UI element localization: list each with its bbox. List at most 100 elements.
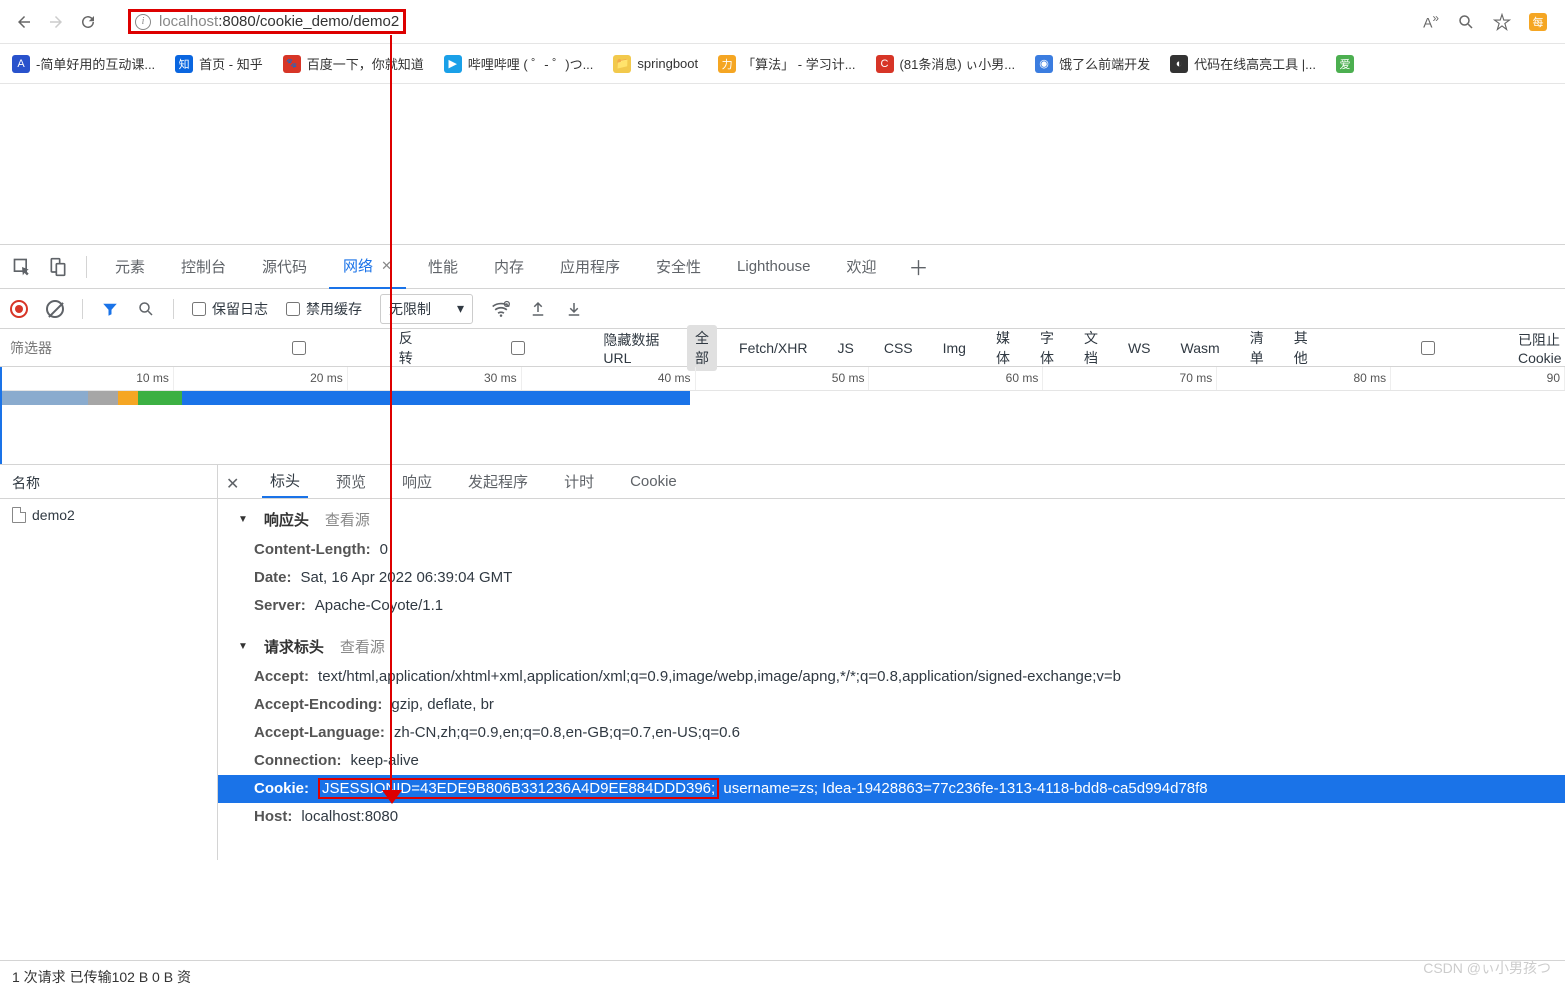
add-tab-icon[interactable]: ＋ (908, 252, 928, 281)
filter-input[interactable] (10, 340, 191, 356)
filter-chip[interactable]: 字体 (1032, 325, 1062, 371)
header-row: Accept: text/html,application/xhtml+xml,… (218, 663, 1565, 691)
name-column-header: 名称 (0, 465, 217, 499)
search-icon[interactable] (137, 300, 155, 318)
back-button[interactable] (8, 6, 40, 38)
bookmark-item[interactable]: C(81条消息) ぃ小男... (876, 54, 1016, 73)
filter-chip[interactable]: CSS (876, 337, 921, 359)
header-row: Host: localhost:8080 (218, 803, 1565, 831)
tab-elements[interactable]: 元素 (101, 245, 159, 289)
device-toggle-icon[interactable] (44, 253, 72, 281)
header-row: Content-Length: 0 (218, 536, 1565, 564)
collections-icon[interactable]: 每 (1529, 13, 1547, 31)
bookmark-item[interactable]: 知首页 - 知乎 (175, 54, 263, 73)
address-bar[interactable]: i localhost:8080/cookie_demo/demo2 (116, 6, 1411, 38)
bookmark-item[interactable]: ◐代码在线高亮工具 |... (1170, 54, 1316, 73)
throttling-select[interactable]: 无限制▾ (380, 294, 473, 324)
filter-chip[interactable]: 媒体 (988, 325, 1018, 371)
tab-security[interactable]: 安全性 (642, 245, 715, 289)
timeline-bars (0, 391, 1565, 409)
filter-chip[interactable]: JS (829, 337, 861, 359)
hide-data-url-checkbox[interactable]: 隐藏数据 URL (439, 330, 673, 366)
tab-memory[interactable]: 内存 (480, 245, 538, 289)
header-row: Accept-Encoding: gzip, deflate, br (218, 691, 1565, 719)
bookmark-item[interactable]: 爱 (1336, 55, 1354, 73)
network-filter-bar: 反转 隐藏数据 URL 全部 Fetch/XHR JS CSS Img 媒体 字… (0, 329, 1565, 367)
filter-chip[interactable]: 清单 (1242, 325, 1272, 371)
network-detail: 名称 demo2 ✕ 标头 预览 响应 发起程序 计时 Cookie ▼响应头查… (0, 465, 1565, 860)
toolbar-right-icons: A» 每 (1423, 12, 1557, 31)
timeline-cursor (0, 367, 2, 464)
watermark: CSDN @ぃ小男孩つ (1423, 958, 1551, 978)
document-icon (12, 507, 26, 523)
bookmark-item[interactable]: A-简单好用的互动课... (12, 54, 155, 73)
disable-cache-checkbox[interactable]: 禁用缓存 (286, 299, 362, 319)
detail-tab-timing[interactable]: 计时 (556, 465, 602, 498)
request-row[interactable]: demo2 (0, 499, 217, 531)
request-headers-section[interactable]: ▼请求标头查看源 (218, 630, 1565, 663)
annotation-arrow (390, 35, 392, 795)
bookmark-item[interactable]: ▶哔哩哔哩 ( ゜- ゜)つ... (444, 54, 594, 73)
tab-welcome[interactable]: 欢迎 (832, 245, 890, 289)
bookmark-item[interactable]: ◉饿了么前端开发 (1035, 54, 1150, 73)
zoom-icon[interactable] (1457, 13, 1475, 31)
tab-performance[interactable]: 性能 (414, 245, 472, 289)
clear-button[interactable] (46, 300, 64, 318)
filter-chip[interactable]: Fetch/XHR (731, 337, 815, 359)
response-headers-section[interactable]: ▼响应头查看源 (218, 503, 1565, 536)
tab-application[interactable]: 应用程序 (546, 245, 634, 289)
tab-lighthouse[interactable]: Lighthouse (723, 245, 824, 289)
filter-chip[interactable]: 文档 (1076, 325, 1106, 371)
timeline-tick: 10 ms (0, 367, 174, 390)
tab-sources[interactable]: 源代码 (248, 245, 321, 289)
filter-chip[interactable]: WS (1120, 337, 1159, 359)
detail-tab-preview[interactable]: 预览 (328, 465, 374, 498)
wifi-icon[interactable] (491, 299, 511, 319)
network-timeline[interactable]: 10 ms 20 ms 30 ms 40 ms 50 ms 60 ms 70 m… (0, 367, 1565, 465)
download-icon[interactable] (565, 300, 583, 318)
cookie-highlight-box: JSESSIONID=43EDE9B806B331236A4D9EE884DDD… (318, 778, 719, 799)
filter-chip-all[interactable]: 全部 (687, 325, 717, 371)
url-highlight-box: i localhost:8080/cookie_demo/demo2 (128, 9, 406, 34)
network-toolbar: 保留日志 禁用缓存 无限制▾ (0, 289, 1565, 329)
detail-tab-initiator[interactable]: 发起程序 (460, 465, 536, 498)
timeline-tick: 20 ms (174, 367, 348, 390)
info-icon: i (135, 14, 151, 30)
tab-console[interactable]: 控制台 (167, 245, 240, 289)
detail-tab-response[interactable]: 响应 (394, 465, 440, 498)
timeline-tick: 30 ms (348, 367, 522, 390)
annotation-arrow-head (382, 790, 402, 804)
detail-tab-cookies[interactable]: Cookie (622, 465, 685, 498)
page-content (0, 84, 1565, 244)
bookmark-item[interactable]: 📁springboot (613, 55, 698, 73)
invert-checkbox[interactable]: 反转 (205, 328, 425, 368)
close-detail-icon[interactable]: ✕ (226, 474, 242, 490)
tab-network[interactable]: 网络✕ (329, 245, 406, 289)
detail-tabs: ✕ 标头 预览 响应 发起程序 计时 Cookie (218, 465, 1565, 499)
inspect-element-icon[interactable] (8, 253, 36, 281)
detail-tab-headers[interactable]: 标头 (262, 465, 308, 498)
blocked-cookies-checkbox[interactable]: 已阻止 Cookie (1344, 330, 1565, 366)
url-text: localhost:8080/cookie_demo/demo2 (159, 13, 399, 30)
forward-button[interactable] (40, 6, 72, 38)
read-aloud-icon[interactable]: A» (1423, 12, 1439, 31)
preserve-log-checkbox[interactable]: 保留日志 (192, 299, 268, 319)
record-button[interactable] (10, 300, 28, 318)
filter-chip[interactable]: Wasm (1173, 337, 1228, 359)
timeline-tick: 60 ms (869, 367, 1043, 390)
timeline-tick: 80 ms (1217, 367, 1391, 390)
timeline-tick: 70 ms (1043, 367, 1217, 390)
filter-chip[interactable]: Img (935, 337, 974, 359)
headers-panel: ▼响应头查看源 Content-Length: 0 Date: Sat, 16 … (218, 499, 1565, 835)
header-row: Connection: keep-alive (218, 747, 1565, 775)
devtools-panel: 元素 控制台 源代码 网络✕ 性能 内存 应用程序 安全性 Lighthouse… (0, 244, 1565, 860)
refresh-button[interactable] (72, 6, 104, 38)
upload-icon[interactable] (529, 300, 547, 318)
bookmark-item[interactable]: 🐾百度一下，你就知道 (283, 54, 424, 73)
favorite-icon[interactable] (1493, 13, 1511, 31)
timeline-tick: 40 ms (522, 367, 696, 390)
header-row: Accept-Language: zh-CN,zh;q=0.9,en;q=0.8… (218, 719, 1565, 747)
filter-chip[interactable]: 其他 (1286, 325, 1316, 371)
bookmark-item[interactable]: 力「算法」 - 学习计... (718, 54, 855, 73)
filter-icon[interactable] (101, 300, 119, 318)
